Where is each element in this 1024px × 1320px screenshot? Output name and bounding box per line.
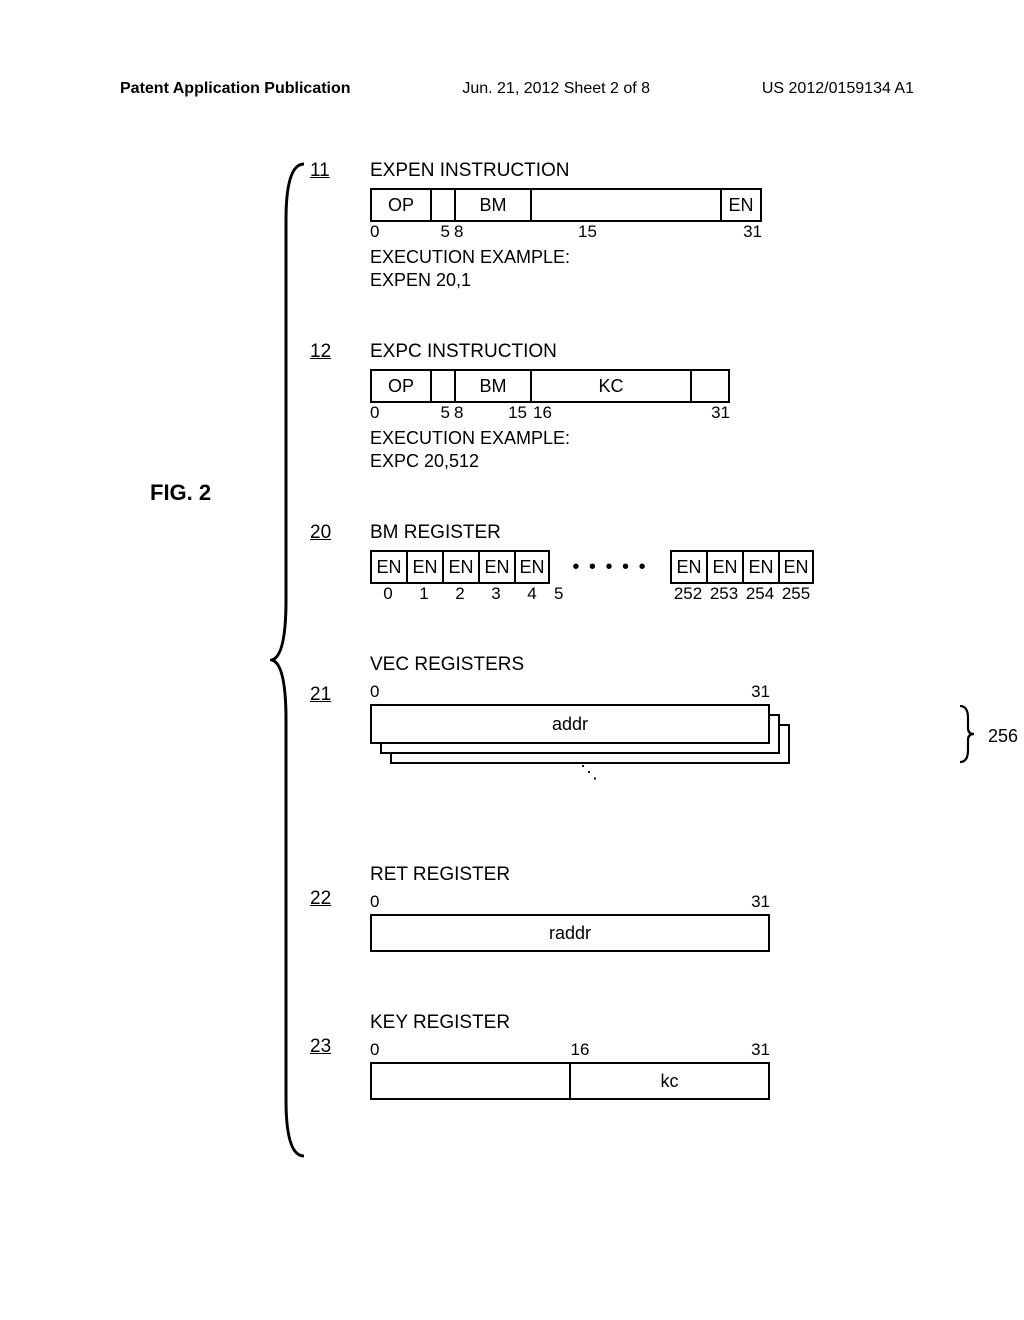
key-kc: kc xyxy=(569,1062,770,1100)
tick: 0 xyxy=(370,403,430,423)
tick: 15 xyxy=(530,222,720,242)
expc-block: 12 EXPC INSTRUCTION OP BM KC 0 5 8 15 16… xyxy=(320,341,940,472)
ref-num-23: 23 xyxy=(310,1036,331,1058)
expc-fields: OP BM KC xyxy=(370,369,940,403)
cell-kc: KC xyxy=(530,369,690,403)
tick: 2 xyxy=(442,584,478,604)
tick: 5 xyxy=(430,403,454,423)
ellipsis-icon: ⋱ xyxy=(580,762,598,783)
header-left: Patent Application Publication xyxy=(120,80,351,98)
tick: 0 xyxy=(370,892,379,912)
ret-title: RET REGISTER xyxy=(370,864,940,886)
key-title: KEY REGISTER xyxy=(370,1012,940,1034)
cell-gap xyxy=(430,369,454,403)
cell-bm: BM xyxy=(454,188,530,222)
brace-icon xyxy=(958,704,976,764)
example-label: EXECUTION EXAMPLE: xyxy=(370,246,940,269)
figure-label: FIG. 2 xyxy=(150,480,211,506)
vec-ticks: 0 31 xyxy=(370,682,770,702)
expc-title: EXPC INSTRUCTION xyxy=(370,341,940,363)
tick: 252 xyxy=(670,584,706,604)
ref-num-20: 20 xyxy=(310,522,331,544)
ref-num-21: 21 xyxy=(310,684,331,706)
expen-fields: OP BM EN xyxy=(370,188,940,222)
vec-block: 21 VEC REGISTERS 0 31 addr 256 ⋱ xyxy=(320,654,940,794)
cell-en: EN xyxy=(442,550,478,584)
cell-gap xyxy=(530,188,720,222)
expc-ticks: 0 5 8 15 16 31 xyxy=(370,403,940,423)
key-ticks: 0 16 31 xyxy=(370,1040,770,1060)
expc-example: EXECUTION EXAMPLE: EXPC 20,512 xyxy=(370,427,940,472)
cell-en: EN xyxy=(720,188,762,222)
figure-content: 11 EXPEN INSTRUCTION OP BM EN 0 5 8 15 3… xyxy=(320,160,940,1150)
header-right: US 2012/0159134 A1 xyxy=(762,80,914,98)
ref-num-12: 12 xyxy=(310,341,331,363)
tick: 31 xyxy=(720,222,762,242)
page-header: Patent Application Publication Jun. 21, … xyxy=(0,80,1024,98)
bm-fields: EN EN EN EN EN • • • • • EN EN EN EN xyxy=(370,550,940,584)
cell-op: OP xyxy=(370,188,430,222)
expen-title: EXPEN INSTRUCTION xyxy=(370,160,940,182)
ref-num-22: 22 xyxy=(310,888,331,910)
tick: 31 xyxy=(751,682,770,702)
vec-box-front: addr xyxy=(370,704,770,744)
example-value: EXPEN 20,1 xyxy=(370,269,940,292)
cell-en: EN xyxy=(742,550,778,584)
cell-en: EN xyxy=(670,550,706,584)
cell-en: EN xyxy=(778,550,814,584)
cell-gap xyxy=(690,369,730,403)
tick: 31 xyxy=(751,892,770,912)
tick: 15 xyxy=(494,403,530,423)
tick: 5 xyxy=(550,584,670,604)
bm-ticks: 0 1 2 3 4 5 252 253 254 255 xyxy=(370,584,940,604)
cell-en: EN xyxy=(406,550,442,584)
vec-stack: addr 256 ⋱ xyxy=(370,704,940,794)
vec-title: VEC REGISTERS xyxy=(370,654,940,676)
expen-example: EXECUTION EXAMPLE: EXPEN 20,1 xyxy=(370,246,940,291)
tick: 5 xyxy=(430,222,454,242)
key-left xyxy=(370,1062,569,1100)
vec-count: 256 xyxy=(988,726,1018,747)
bm-block: 2 0 BM REGISTER EN EN EN EN EN • • • • • … xyxy=(320,522,940,604)
tick: 255 xyxy=(778,584,814,604)
tick: 31 xyxy=(751,1040,770,1060)
tick: 8 xyxy=(454,222,530,242)
cell-op: OP xyxy=(370,369,430,403)
tick: 254 xyxy=(742,584,778,604)
expen-ticks: 0 5 8 15 31 xyxy=(370,222,940,242)
ret-block: 22 RET REGISTER 0 31 raddr xyxy=(320,864,940,952)
ref-num-11: 11 xyxy=(310,160,330,182)
header-mid: Jun. 21, 2012 Sheet 2 of 8 xyxy=(462,80,650,98)
tick: 0 xyxy=(370,584,406,604)
tick: 31 xyxy=(650,403,730,423)
cell-en: EN xyxy=(370,550,406,584)
cell-bm: BM xyxy=(454,369,530,403)
tick: 4 xyxy=(514,584,550,604)
cell-en: EN xyxy=(514,550,550,584)
expen-block: 11 EXPEN INSTRUCTION OP BM EN 0 5 8 15 3… xyxy=(320,160,940,291)
tick: 1 xyxy=(406,584,442,604)
tick: 3 xyxy=(478,584,514,604)
key-fields: kc xyxy=(370,1062,770,1100)
tick: 253 xyxy=(706,584,742,604)
cell-en: EN xyxy=(706,550,742,584)
tick: 0 xyxy=(370,222,430,242)
tick: 16 xyxy=(530,403,650,423)
example-value: EXPC 20,512 xyxy=(370,450,940,473)
cell-en: EN xyxy=(478,550,514,584)
ret-field: raddr xyxy=(370,914,770,952)
tick: 0 xyxy=(370,1040,551,1060)
bm-title: BM REGISTER xyxy=(370,522,940,544)
brace-icon xyxy=(270,160,310,1160)
tick: 16 xyxy=(551,1040,752,1060)
tick: 0 xyxy=(370,682,379,702)
key-block: 23 KEY REGISTER 0 16 31 kc xyxy=(320,1012,940,1100)
example-label: EXECUTION EXAMPLE: xyxy=(370,427,940,450)
tick: 8 xyxy=(454,403,494,423)
ret-ticks: 0 31 xyxy=(370,892,770,912)
ellipsis-icon: • • • • • xyxy=(550,550,670,584)
cell-gap xyxy=(430,188,454,222)
